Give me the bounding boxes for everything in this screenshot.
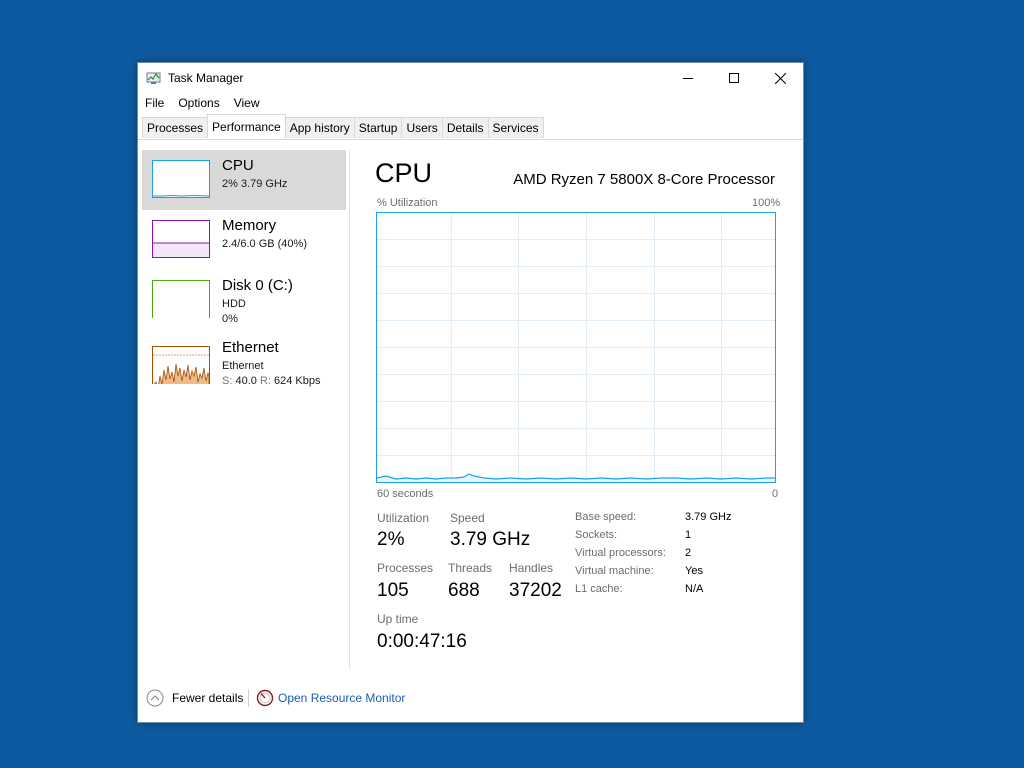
open-resource-monitor-label: Open Resource Monitor [278,691,406,705]
detail-title: CPU [375,158,433,188]
sidebar-item-title: CPU [222,157,254,174]
panel-divider [349,149,350,669]
sockets-value: 1 [685,529,692,541]
sidebar-item-throughput: S: 40.0 R: 624 Kbps [222,375,321,387]
receive-label: R: [259,375,271,387]
send-label: S: [222,375,233,387]
threads-label: Threads [448,561,493,575]
menu-file[interactable]: File [138,94,171,114]
virtual-machine-value: Yes [685,565,703,577]
tab-bar: Processes Performance App history Startu… [138,114,803,140]
menu-options[interactable]: Options [171,94,226,114]
task-manager-app-icon [146,72,161,84]
resource-monitor-icon [256,689,274,707]
close-icon [774,72,786,84]
window-title: Task Manager [168,71,244,85]
uptime-value: 0:00:47:16 [377,631,467,652]
cpu-model-name: AMD Ryzen 7 5800X 8-Core Processor [513,171,775,188]
sidebar-item-value: 2.4/6.0 GB (40%) [222,238,307,250]
tab-performance[interactable]: Performance [207,114,286,138]
sidebar-item-disk[interactable]: Disk 0 (C:) HDD 0% [142,270,346,330]
virtual-machine-key: Virtual machine: [575,565,654,577]
virtual-processors-key: Virtual processors: [575,547,666,559]
receive-value: 624 Kbps [274,375,321,387]
sidebar-item-adapter: Ethernet [222,360,264,372]
tab-app-history[interactable]: App history [284,117,355,138]
send-value: 40.0 [235,375,257,387]
sidebar-item-type: HDD [222,298,246,310]
resource-sidebar: CPU 2% 3.79 GHz Memory 2.4/6.0 GB (40%) … [138,140,348,670]
disk-thumbnail-graph [152,280,210,318]
base-speed-value: 3.79 GHz [685,511,732,523]
graph-min-label: 0 [772,488,779,500]
chevron-up-circle-icon [146,689,164,707]
handles-label: Handles [509,561,554,575]
utilization-label: Utilization [377,511,430,525]
minimize-button[interactable] [665,63,711,93]
utilization-value: 2% [377,529,405,550]
graph-time-label: 60 seconds [377,488,434,500]
cpu-utilization-graph [376,212,776,483]
sockets-key: Sockets: [575,529,618,541]
footer-separator [248,689,249,707]
sidebar-item-title: Ethernet [222,339,279,356]
processes-value: 105 [377,580,409,601]
cpu-thumbnail-graph [152,160,210,198]
memory-thumbnail-graph [152,220,210,258]
maximize-icon [729,73,739,83]
sidebar-item-memory[interactable]: Memory 2.4/6.0 GB (40%) [142,210,346,270]
l1-cache-value: N/A [685,583,704,595]
graph-max-label: 100% [752,197,781,209]
speed-value: 3.79 GHz [450,529,531,550]
base-speed-key: Base speed: [575,511,637,523]
virtual-processors-value: 2 [685,547,692,559]
tab-users[interactable]: Users [401,117,443,138]
task-manager-window: Task Manager File Options View Processes… [137,62,804,723]
sidebar-item-value: 2% 3.79 GHz [222,178,288,190]
uptime-label: Up time [377,612,419,626]
minimize-icon [683,78,693,79]
ethernet-thumbnail-graph [152,346,210,384]
sidebar-item-cpu[interactable]: CPU 2% 3.79 GHz [142,150,346,210]
tab-processes[interactable]: Processes [142,117,209,138]
menu-view[interactable]: View [227,94,267,114]
threads-value: 688 [448,580,480,601]
tab-startup[interactable]: Startup [353,117,403,138]
close-button[interactable] [757,63,803,93]
sidebar-item-title: Memory [222,217,277,234]
speed-label: Speed [450,511,485,525]
sidebar-item-title: Disk 0 (C:) [222,277,293,294]
tab-details[interactable]: Details [441,117,489,138]
menu-bar: File Options View [138,94,267,114]
processes-label: Processes [377,561,434,575]
fewer-details-label: Fewer details [172,691,244,705]
handles-value: 37202 [509,580,562,601]
sidebar-item-ethernet[interactable]: Ethernet Ethernet S: 40.0 R: 624 Kbps [142,336,346,396]
graph-axis-label: % Utilization [377,197,438,209]
maximize-button[interactable] [711,63,757,93]
tab-services[interactable]: Services [487,117,544,138]
sidebar-item-value: 0% [222,313,238,325]
title-bar[interactable]: Task Manager [138,63,803,93]
l1-cache-key: L1 cache: [575,583,623,595]
